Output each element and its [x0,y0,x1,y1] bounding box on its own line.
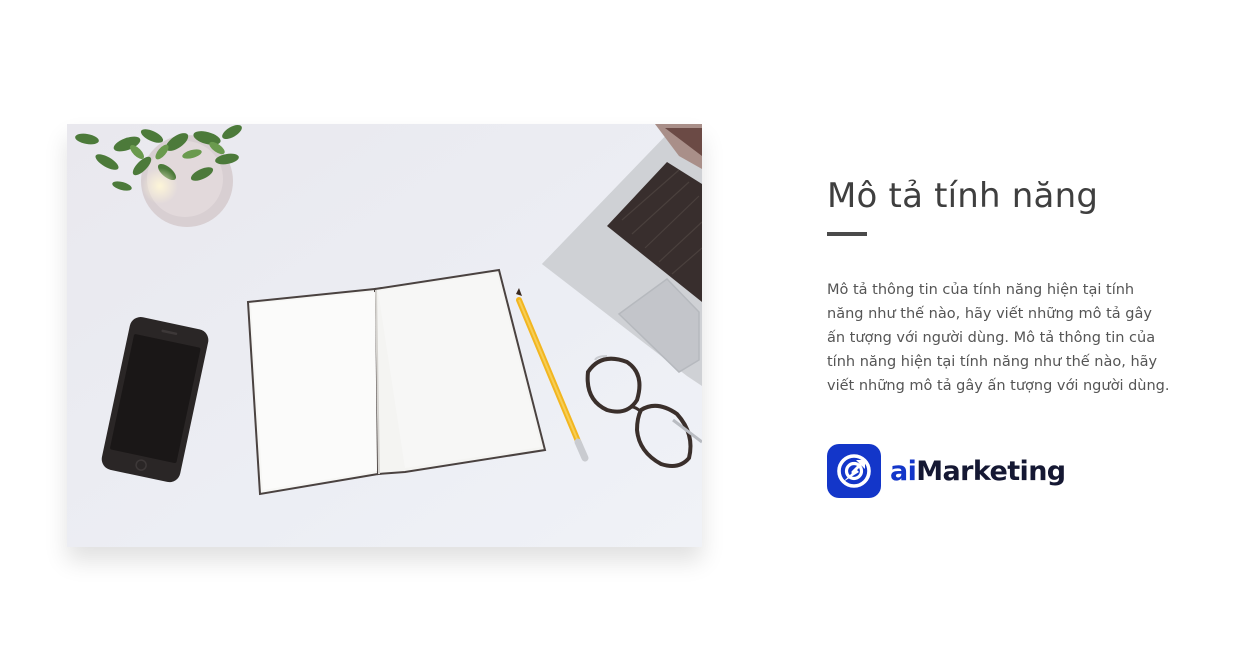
feature-text: Mô tả tính năng Mô tả thông tin của tính… [827,172,1187,398]
workspace-photo [67,124,702,547]
feature-section: Mô tả tính năng Mô tả thông tin của tính… [0,0,1258,659]
feature-title: Mô tả tính năng [827,176,1099,216]
title-divider [827,232,867,236]
brand-name-prefix: ai [890,455,917,487]
brand-name: aiMarketing [890,456,1066,487]
rocket-target-icon [827,444,881,498]
brand-name-suffix: Marketing [916,455,1066,487]
feature-description: Mô tả thông tin của tính năng hiện tại t… [827,282,1170,394]
brand-logo[interactable]: aiMarketing [827,444,1066,498]
